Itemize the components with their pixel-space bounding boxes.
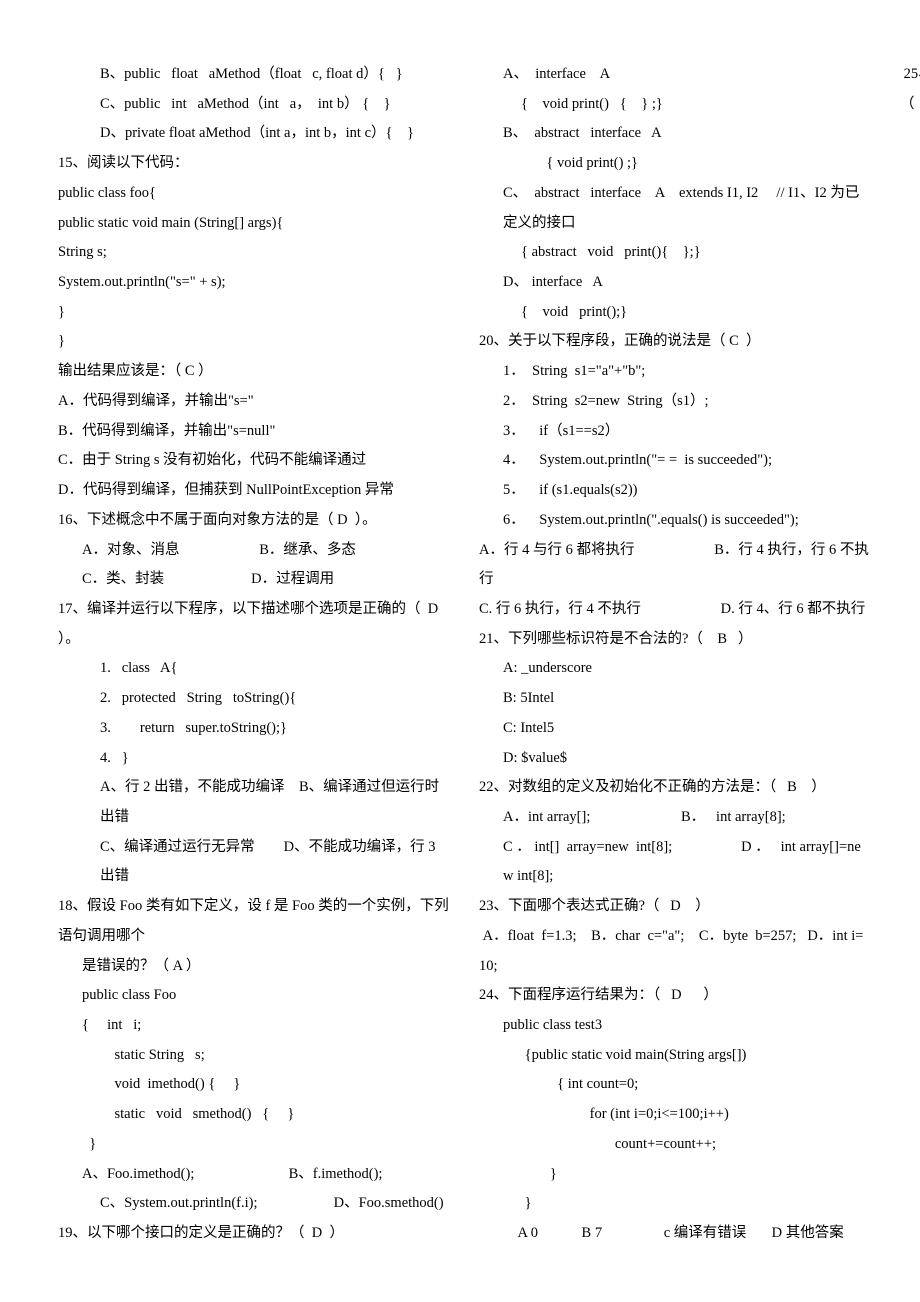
- q18-opt-cd: C、System.out.println(f.i); D、Foo.smethod…: [58, 1189, 449, 1219]
- q25-opt-a: A、void aMethod( ){...}: [900, 119, 920, 149]
- q24-code-6: }: [479, 1160, 870, 1190]
- q17-code-2: 2. protected String toString(){: [58, 684, 449, 714]
- q19-opt-b1: B、 abstract interface A: [479, 119, 870, 149]
- q18-code-2: { int i;: [58, 1011, 449, 1041]
- q14-opt-c: C、public int aMethod（int a， int b） { }: [58, 90, 449, 120]
- q19-opt-d2: { void print();}: [479, 298, 870, 328]
- q20-code-3: 3． if（s1==s2）: [479, 417, 870, 447]
- q18-prompt: 是错误的？（ A ）: [58, 952, 449, 982]
- q17-code-1: 1. class A{: [58, 654, 449, 684]
- q19-title: 19、以下哪个接口的定义是正确的？（ D ）: [58, 1219, 449, 1249]
- q15-opt-a: A．代码得到编译，并输出"s=": [58, 387, 449, 417]
- q19-opt-a2: { void print() { } ;}: [479, 90, 870, 120]
- q20-code-1: 1． String s1="a"+"b";: [479, 357, 870, 387]
- q24-opts: A 0 B 7 c 编译有错误 D 其他答案: [479, 1219, 870, 1249]
- q20-code-5: 5． if (s1.equals(s2)): [479, 476, 870, 506]
- q19-opt-c2: { abstract void print(){ };}: [479, 238, 870, 268]
- document-page: B、public float aMethod（float c, float d）…: [0, 0, 920, 1290]
- q17-title: 17、编译并运行以下程序，以下描述哪个选项是正确的（ D ）。: [58, 595, 449, 654]
- q15-prompt: 输出结果应该是：（ C ）: [58, 357, 449, 387]
- q20-opt-cd: C. 行 6 执行，行 4 不执行 D. 行 4、行 6 都不执行: [479, 595, 870, 625]
- q17-code-3: 3. return super.toString();}: [58, 714, 449, 744]
- q20-title: 20、关于以下程序段，正确的说法是（ C ）: [479, 327, 870, 357]
- q20-code-2: 2． String s2=new String（s1）;: [479, 387, 870, 417]
- q18-code-6: }: [58, 1130, 449, 1160]
- q24-code-4: for (int i=0;i<=100;i++): [479, 1100, 870, 1130]
- q14-opt-b: B、public float aMethod（float c, float d）…: [58, 60, 449, 90]
- q17-code-4: 4. }: [58, 744, 449, 774]
- q20-code-6: 6． System.out.println(".equals() is succ…: [479, 506, 870, 536]
- q22-opt-ab: A．int array[]; B． int array[8];: [479, 803, 870, 833]
- q15-code-4: System.out.println("s=" + s);: [58, 268, 449, 298]
- q14-opt-d: D、private float aMethod（int a，int b，int …: [58, 119, 449, 149]
- q16-title: 16、下述概念中不属于面向对象方法的是（ D ）。: [58, 506, 449, 536]
- q18-code-3: static String s;: [58, 1041, 449, 1071]
- q16-opt-cd: C．类、封装 D．过程调用: [58, 565, 449, 595]
- q17-opt-ab: A、行 2 出错，不能成功编译 B、编译通过但运行时出错: [58, 773, 449, 832]
- q24-title: 24、下面程序运行结果为：（ D ）: [479, 981, 870, 1011]
- q15-code-5: }: [58, 298, 449, 328]
- q15-code-1: public class foo{: [58, 179, 449, 209]
- q24-code-1: public class test3: [479, 1011, 870, 1041]
- q20-opt-ab: A．行 4 与行 6 都将执行 B．行 4 执行，行 6 不执行: [479, 536, 870, 595]
- q22-opt-cd: C ． int[] array=new int[8]; D ． int arra…: [479, 833, 870, 892]
- q15-code-2: public static void main (String[] args){: [58, 209, 449, 239]
- q21-opt-d: D: $value$: [479, 744, 870, 774]
- q21-opt-a: A: _underscore: [479, 654, 870, 684]
- q21-opt-c: C: Intel5: [479, 714, 870, 744]
- q18-opt-ab: A、Foo.imethod(); B、f.imethod();: [58, 1160, 449, 1190]
- q19-opt-c1: C、 abstract interface A extends I1, I2 /…: [479, 179, 870, 238]
- q18-title: 18、假设 Foo 类有如下定义，设 f 是 Foo 类的一个实例，下列语句调用…: [58, 892, 449, 951]
- q18-code-1: public class Foo: [58, 981, 449, 1011]
- q17-opt-cd: C、编译通过运行无异常 D、不能成功编译，行 3 出错: [58, 833, 449, 892]
- q19-opt-a1: A、 interface A: [479, 60, 870, 90]
- q15-opt-b: B．代码得到编译，并输出"s=null": [58, 417, 449, 447]
- q19-opt-d1: D、 interface A: [479, 268, 870, 298]
- q24-code-5: count+=count++;: [479, 1130, 870, 1160]
- q15-code-6: }: [58, 327, 449, 357]
- q22-title: 22、对数组的定义及初始化不正确的方法是：（ B ）: [479, 773, 870, 803]
- q21-opt-b: B: 5Intel: [479, 684, 870, 714]
- q15-title: 15、阅读以下代码：: [58, 149, 449, 179]
- q19-opt-b2: { void print() ;}: [479, 149, 870, 179]
- q18-code-5: static void smethod() { }: [58, 1100, 449, 1130]
- q24-code-3: { int count=0;: [479, 1070, 870, 1100]
- q25-title: 25、下面哪个函数是 public void aMethod(){...}的重载…: [900, 60, 920, 119]
- q23-opts: A．float f=1.3; B．char c="a"; C．byte b=25…: [479, 922, 870, 981]
- q16-opt-ab: A．对象、消息 B．继承、多态: [58, 536, 449, 566]
- q24-code-7: }: [479, 1189, 870, 1219]
- q15-opt-d: D．代码得到编译，但捕获到 NullPointException 异常: [58, 476, 449, 506]
- q23-title: 23、下面哪个表达式正确?（ D ）: [479, 892, 870, 922]
- q15-code-3: String s;: [58, 238, 449, 268]
- q21-title: 21、下列哪些标识符是不合法的?（ B ）: [479, 625, 870, 655]
- q18-code-4: void imethod() { }: [58, 1070, 449, 1100]
- q24-code-2: {public static void main(String args[]): [479, 1041, 870, 1071]
- q20-code-4: 4． System.out.println("= = is succeeded"…: [479, 446, 870, 476]
- q15-opt-c: C．由于 String s 没有初始化，代码不能编译通过: [58, 446, 449, 476]
